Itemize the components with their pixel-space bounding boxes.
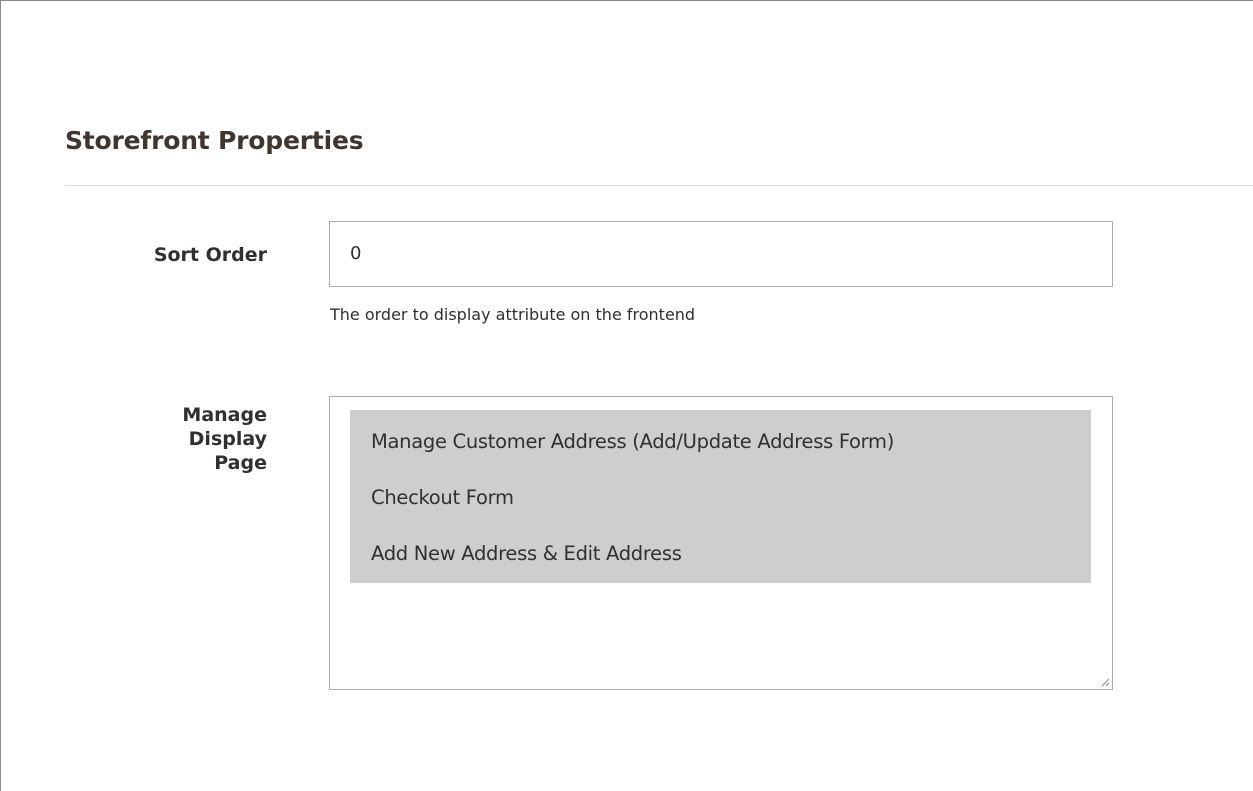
sort-order-label: Sort Order (153, 244, 267, 266)
sort-order-input[interactable]: 0 (329, 221, 1113, 287)
option-add-new-address-edit-address[interactable]: Add New Address & Edit Address (371, 540, 682, 568)
manage-display-page-label-line: Page (214, 452, 267, 474)
section-title: Storefront Properties (65, 126, 364, 155)
section-divider (65, 185, 1253, 186)
manage-display-page-label: Manage Display Page (107, 403, 267, 475)
option-checkout-form[interactable]: Checkout Form (371, 484, 514, 512)
resize-handle-icon[interactable] (1100, 677, 1110, 687)
manage-display-page-label-line: Display (188, 428, 267, 450)
selected-options-highlight: Manage Customer Address (Add/Update Addr… (350, 410, 1091, 583)
option-manage-customer-address[interactable]: Manage Customer Address (Add/Update Addr… (371, 428, 894, 456)
manage-display-page-label-line: Manage (182, 404, 267, 426)
sort-order-note: The order to display attribute on the fr… (330, 305, 696, 324)
manage-display-page-multiselect[interactable]: Manage Customer Address (Add/Update Addr… (329, 396, 1113, 690)
page-frame: Storefront Properties Sort Order 0 The o… (0, 0, 1253, 791)
